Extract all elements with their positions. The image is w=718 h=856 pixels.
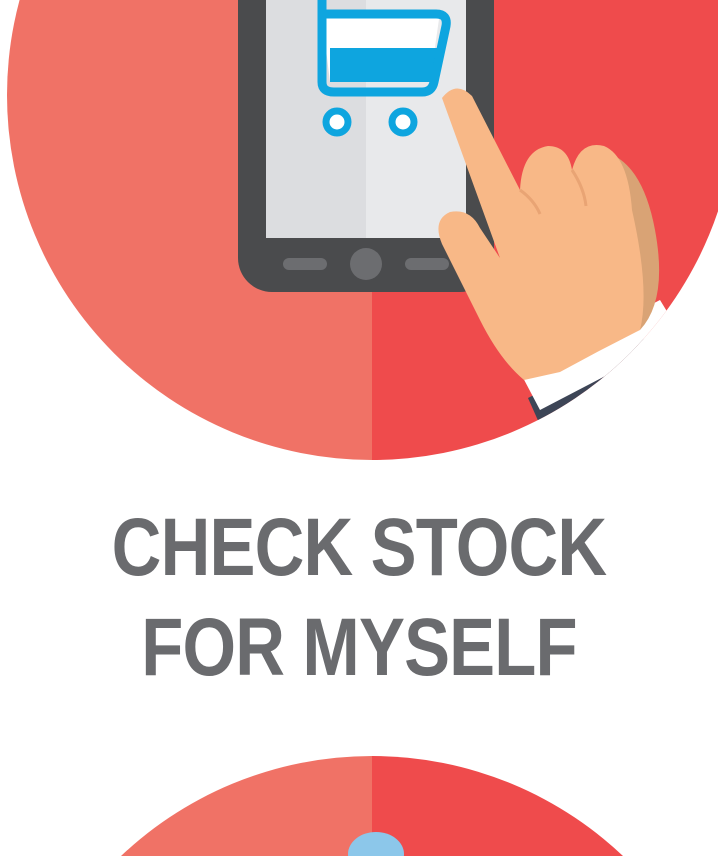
headline-line-1: CHECK STOCK bbox=[111, 502, 607, 593]
partial-circle-icon bbox=[7, 756, 718, 856]
phone-shopping-cart-tap-icon bbox=[7, 0, 718, 460]
headline-line-2: FOR MYSELF bbox=[141, 602, 577, 693]
headline: CHECK STOCK FOR MYSELF bbox=[57, 498, 660, 698]
